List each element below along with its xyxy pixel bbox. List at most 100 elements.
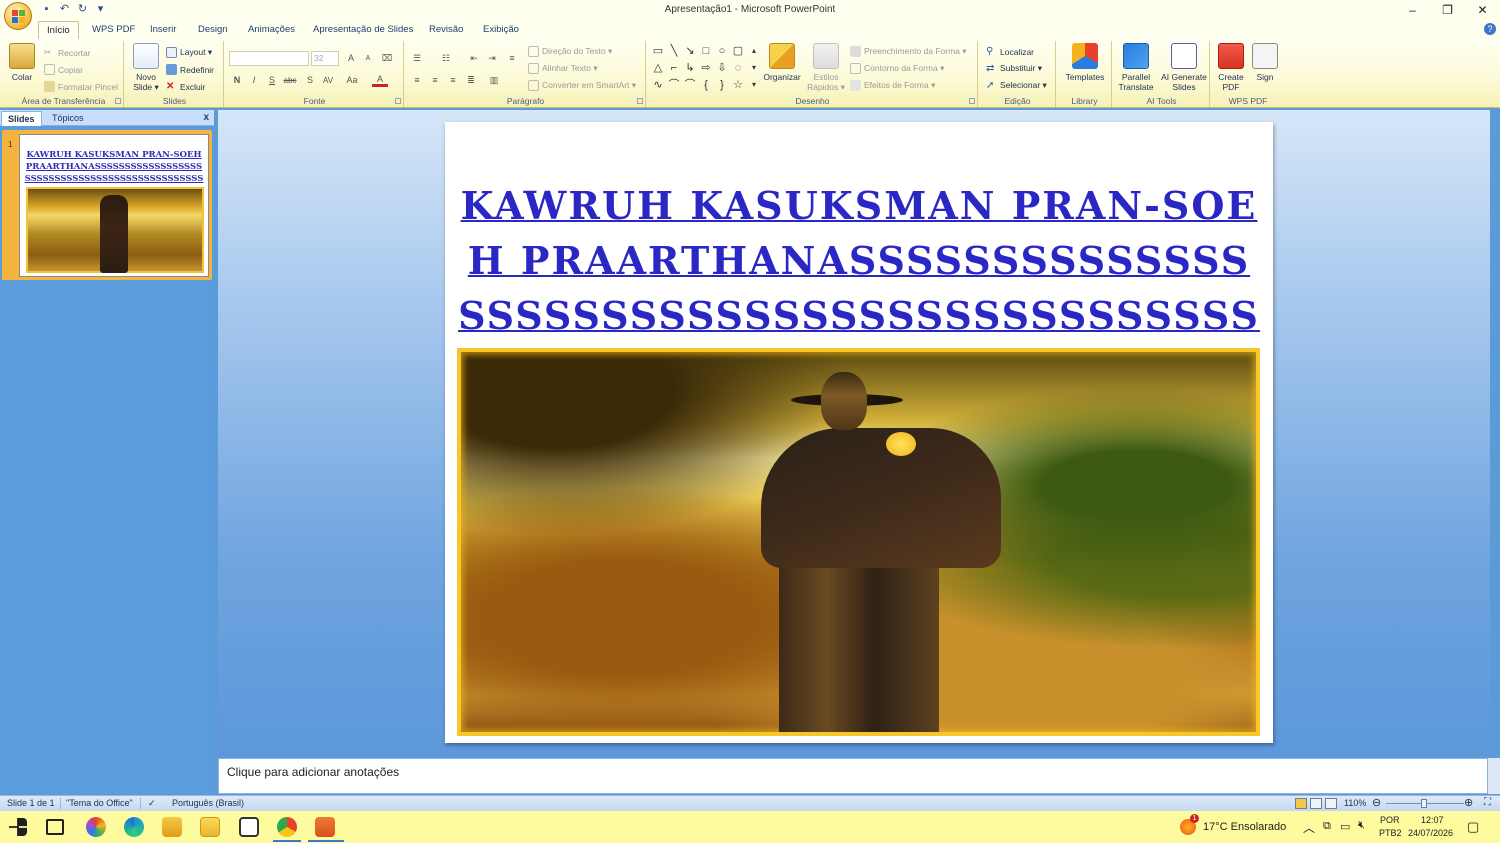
templates-button[interactable]: Templates bbox=[1062, 43, 1108, 82]
restore-button[interactable]: ❐ bbox=[1430, 0, 1465, 20]
align-text-button[interactable]: Alinhar Texto ▾ bbox=[528, 63, 598, 74]
quick-styles-button[interactable]: Estilos Rápidos ▾ bbox=[806, 43, 846, 92]
right-arrow-shape-icon[interactable]: ⇨ bbox=[700, 62, 712, 74]
new-slide-button[interactable]: Novo Slide ▾ bbox=[130, 43, 162, 92]
tab-exibicao[interactable]: Exibição bbox=[483, 24, 519, 35]
star-shape-icon[interactable]: ☆ bbox=[732, 79, 744, 91]
paragraph-launcher-icon[interactable] bbox=[637, 98, 643, 104]
shape-fill-button[interactable]: Preenchimento da Forma ▾ bbox=[850, 46, 967, 57]
clock-time[interactable]: 12:07 bbox=[1421, 815, 1444, 825]
parallel-translate-button[interactable]: Parallel Translate bbox=[1114, 43, 1158, 92]
decrease-indent-icon[interactable]: ⇤ bbox=[466, 51, 482, 66]
shape-outline-button[interactable]: Contorno da Forma ▾ bbox=[850, 63, 944, 74]
squiggle-shape-icon[interactable]: ∿ bbox=[652, 79, 664, 91]
shadow-button[interactable]: S bbox=[302, 73, 318, 88]
input-lang-1[interactable]: POR bbox=[1380, 815, 1400, 825]
line-shape-icon[interactable]: ╲ bbox=[668, 45, 680, 57]
tab-slides-pane[interactable]: Slides bbox=[1, 111, 42, 126]
language[interactable]: Português (Brasil) bbox=[172, 798, 244, 808]
elbow-connector-icon[interactable]: ⌐ bbox=[668, 62, 680, 74]
numbering-icon[interactable]: ☷ bbox=[438, 51, 454, 66]
align-left-icon[interactable]: ≡ bbox=[409, 73, 425, 88]
tab-wps-pdf[interactable]: WPS PDF bbox=[92, 24, 135, 35]
bullets-icon[interactable]: ☰ bbox=[409, 51, 425, 66]
copy-button[interactable]: Copiar bbox=[44, 64, 83, 75]
delete-slide-button[interactable]: ✕ Excluir bbox=[166, 81, 206, 92]
rectangle-shape-icon[interactable]: □ bbox=[700, 45, 712, 57]
char-spacing-button[interactable]: AV bbox=[320, 73, 336, 88]
align-right-icon[interactable]: ≡ bbox=[445, 73, 461, 88]
arrow-shape-icon[interactable]: ↘ bbox=[684, 45, 696, 57]
arrange-button[interactable]: Organizar bbox=[762, 43, 802, 82]
elbow-arrow-icon[interactable]: ↳ bbox=[684, 62, 696, 74]
reset-button[interactable]: Redefinir bbox=[166, 64, 214, 75]
office-button[interactable] bbox=[4, 2, 32, 30]
close-pane-icon[interactable]: x bbox=[203, 112, 209, 123]
freeform-shape-icon[interactable]: ⌒ bbox=[668, 79, 680, 91]
notifications-icon[interactable]: ▢ bbox=[1467, 819, 1479, 835]
ai-generate-slides-button[interactable]: AI Generate Slides bbox=[1158, 43, 1210, 92]
rounded-rect-shape-icon[interactable]: ▢ bbox=[732, 45, 744, 57]
tab-topics-pane[interactable]: Tópicos bbox=[46, 111, 90, 126]
tab-inicio[interactable]: Início bbox=[38, 21, 79, 39]
volume-icon[interactable]: 🔇︎ bbox=[1358, 819, 1365, 832]
fit-to-window-icon[interactable]: ⛶ bbox=[1484, 797, 1491, 808]
notes-placeholder[interactable]: Clique para adicionar anotações bbox=[227, 765, 399, 779]
chrome-icon[interactable] bbox=[277, 817, 297, 837]
drawing-launcher-icon[interactable] bbox=[969, 98, 975, 104]
powerpoint-icon[interactable] bbox=[315, 817, 335, 837]
rounded-shape-icon[interactable]: ◌ bbox=[732, 62, 744, 74]
strikethrough-button[interactable]: abc bbox=[282, 73, 298, 88]
calendar-icon[interactable] bbox=[239, 817, 259, 837]
create-pdf-button[interactable]: Create PDF bbox=[1214, 43, 1248, 92]
slide-thumbnail[interactable]: KAWRUH KASUKSMAN PRAN-SOEH PRAARTHANASSS… bbox=[19, 134, 209, 277]
minimize-button[interactable]: – bbox=[1395, 0, 1430, 20]
notes-scrollbar[interactable] bbox=[1488, 758, 1500, 794]
chevron-up-icon[interactable]: ︿ bbox=[1303, 819, 1315, 836]
zoom-out-icon[interactable]: ⊖ bbox=[1372, 796, 1381, 809]
select-button[interactable]: ➚ Selecionar ▾ bbox=[986, 80, 1047, 91]
tab-design[interactable]: Design bbox=[198, 24, 228, 35]
columns-icon[interactable]: ▥ bbox=[486, 73, 502, 88]
input-lang-2[interactable]: PTB2 bbox=[1379, 828, 1402, 838]
shape-effects-button[interactable]: Efeitos de Forma ▾ bbox=[850, 80, 935, 91]
font-name-combo[interactable] bbox=[229, 51, 309, 66]
network-icon[interactable]: ▭ bbox=[1340, 820, 1350, 833]
shapes-scroll-down-icon[interactable]: ▾ bbox=[748, 62, 760, 74]
smartart-button[interactable]: Converter em SmartArt ▾ bbox=[528, 80, 636, 91]
copilot-icon[interactable] bbox=[86, 817, 106, 837]
slide-photo[interactable] bbox=[457, 348, 1260, 736]
curve-shape-icon[interactable]: ⌒ bbox=[684, 79, 696, 91]
triangle-shape-icon[interactable]: △ bbox=[652, 62, 664, 74]
slide[interactable]: KAWRUH KASUKSMAN PRAN-SOEH PRAARTHANASSS… bbox=[445, 122, 1273, 743]
increase-indent-icon[interactable]: ⇥ bbox=[484, 51, 500, 66]
close-button[interactable]: ✕ bbox=[1465, 0, 1500, 20]
shapes-scroll-up-icon[interactable]: ▴ bbox=[748, 45, 760, 57]
app-icon[interactable] bbox=[162, 817, 182, 837]
line-spacing-icon[interactable]: ≡ bbox=[504, 51, 520, 66]
layout-button[interactable]: Layout ▾ bbox=[166, 47, 212, 58]
down-arrow-shape-icon[interactable]: ⇩ bbox=[716, 62, 728, 74]
text-direction-button[interactable]: Direção do Texto ▾ bbox=[528, 46, 612, 57]
sign-button[interactable]: Sign bbox=[1250, 43, 1280, 82]
zoom-level[interactable]: 110% bbox=[1344, 798, 1366, 808]
font-color-button[interactable]: A bbox=[372, 73, 388, 87]
shapes-more-icon[interactable]: ▾ bbox=[748, 79, 760, 91]
clear-format-icon[interactable]: ⌧ bbox=[379, 51, 395, 66]
shrink-font-button[interactable]: A bbox=[360, 51, 376, 66]
tab-inserir[interactable]: Inserir bbox=[150, 24, 176, 35]
spellcheck-icon[interactable]: ✓ bbox=[148, 798, 156, 809]
paste-button[interactable]: Colar bbox=[8, 43, 36, 82]
normal-view-icon[interactable] bbox=[1295, 798, 1307, 809]
oval-shape-icon[interactable]: ○ bbox=[716, 45, 728, 57]
clipboard-launcher-icon[interactable] bbox=[115, 98, 121, 104]
font-size-combo[interactable]: 32 bbox=[311, 51, 339, 66]
weather-text[interactable]: 17°C Ensolarado bbox=[1203, 821, 1286, 833]
tab-animacoes[interactable]: Animações bbox=[248, 24, 295, 35]
clock-date[interactable]: 24/07/2026 bbox=[1408, 828, 1453, 838]
underline-button[interactable]: S bbox=[264, 73, 280, 88]
camera-icon[interactable]: ⧉ bbox=[1323, 820, 1331, 833]
find-button[interactable]: ⚲ Localizar bbox=[986, 46, 1034, 57]
windows-start-icon[interactable] bbox=[9, 818, 27, 836]
notes-pane[interactable]: Clique para adicionar anotações bbox=[218, 758, 1488, 794]
